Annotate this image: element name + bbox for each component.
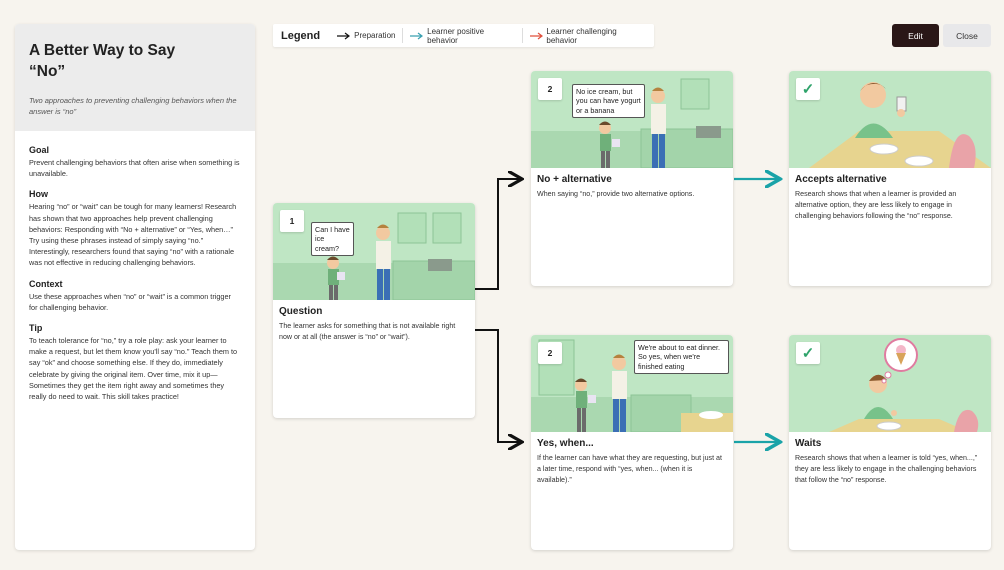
waits-illustration: ✓ (789, 335, 991, 432)
legend-label: Learner positive behavior (427, 26, 485, 45)
legend-item-positive: Learner positive behavior (402, 26, 521, 45)
card-no-alternative[interactable]: 2 No ice cream, but you can have yogurt … (531, 71, 733, 286)
card-accepts-alternative[interactable]: ✓ Accepts alternative Research shows tha… (789, 71, 991, 286)
tip-text: To teach tolerance for “no,” try a role … (29, 336, 238, 402)
card-yes-when[interactable]: 2 We're about to eat dinner. So yes, whe… (531, 335, 733, 550)
card-title: No + alternative (537, 174, 612, 185)
info-sidebar: A Better Way to Say “No” Two approaches … (15, 24, 255, 550)
sidebar-body: Goal Prevent challenging behaviors that … (15, 131, 255, 414)
page-subtitle: Two approaches to preventing challenging… (29, 96, 237, 116)
card-description: Research shows that when a learner is pr… (795, 190, 957, 220)
tip-heading: Tip (29, 323, 43, 334)
speech-bubble: We're about to eat dinner. So yes, when … (634, 340, 729, 375)
card-description: When saying “no,” provide two alternativ… (537, 190, 695, 198)
step-badge: 2 (538, 78, 562, 100)
goal-text: Prevent challenging behaviors that often… (29, 158, 240, 179)
goal-heading: Goal (29, 145, 50, 155)
sidebar-header: A Better Way to Say “No” Two approaches … (15, 24, 255, 131)
card-description: Research shows that when a learner is to… (795, 454, 978, 484)
context-heading: Context (29, 278, 63, 289)
speech-bubble: Can I have ice cream? (311, 222, 354, 257)
card-waits[interactable]: ✓ Waits Research shows that when a learn… (789, 335, 991, 550)
card-title: Question (279, 306, 323, 317)
checkmark-icon: ✓ (796, 342, 820, 364)
no-alternative-illustration: 2 No ice cream, but you can have yogurt … (531, 71, 733, 168)
legend-label: Learner challenging behavior (546, 26, 617, 45)
card-title: Yes, when... (537, 438, 594, 449)
close-button[interactable]: Close (943, 24, 991, 47)
edit-button[interactable]: Edit (892, 24, 939, 47)
how-heading: How (29, 189, 48, 200)
checkmark-icon: ✓ (796, 78, 820, 100)
arrow-right-icon (529, 32, 543, 39)
yes-when-illustration: 2 We're about to eat dinner. So yes, whe… (531, 335, 733, 432)
arrow-to-yes-when (475, 329, 520, 442)
legend-title: Legend (281, 29, 321, 42)
legend-item-preparation: Preparation (330, 28, 402, 43)
card-title: Waits (795, 438, 822, 449)
card-description: If the learner can have what they are re… (537, 454, 722, 484)
arrow-right-icon (337, 32, 351, 39)
arrow-right-icon (410, 32, 424, 39)
arrow-to-no-alternative (475, 179, 520, 290)
legend: Legend Preparation Learner positive beha… (273, 24, 654, 47)
question-illustration: 1 Can I have ice cream? (273, 203, 475, 300)
step-badge: 1 (280, 210, 304, 232)
title-line-2: “No” (29, 63, 66, 80)
page-title: A Better Way to Say “No” (29, 40, 189, 82)
legend-label: Preparation (354, 31, 396, 40)
how-text: Hearing “no” or “wait” can be tough for … (29, 202, 237, 268)
accepts-alternative-illustration: ✓ (789, 71, 991, 168)
legend-item-challenging: Learner challenging behavior (521, 26, 654, 45)
title-line-1: A Better Way to Say (29, 42, 176, 59)
context-text: Use these approaches when “no” or “wait”… (29, 291, 231, 312)
card-title: Accepts alternative (795, 174, 887, 185)
speech-bubble: No ice cream, but you can have yogurt or… (572, 84, 645, 119)
card-question[interactable]: 1 Can I have ice cream? Question The lea… (273, 203, 475, 418)
card-description: The learner asks for something that is n… (279, 322, 456, 341)
step-badge: 2 (538, 342, 562, 364)
